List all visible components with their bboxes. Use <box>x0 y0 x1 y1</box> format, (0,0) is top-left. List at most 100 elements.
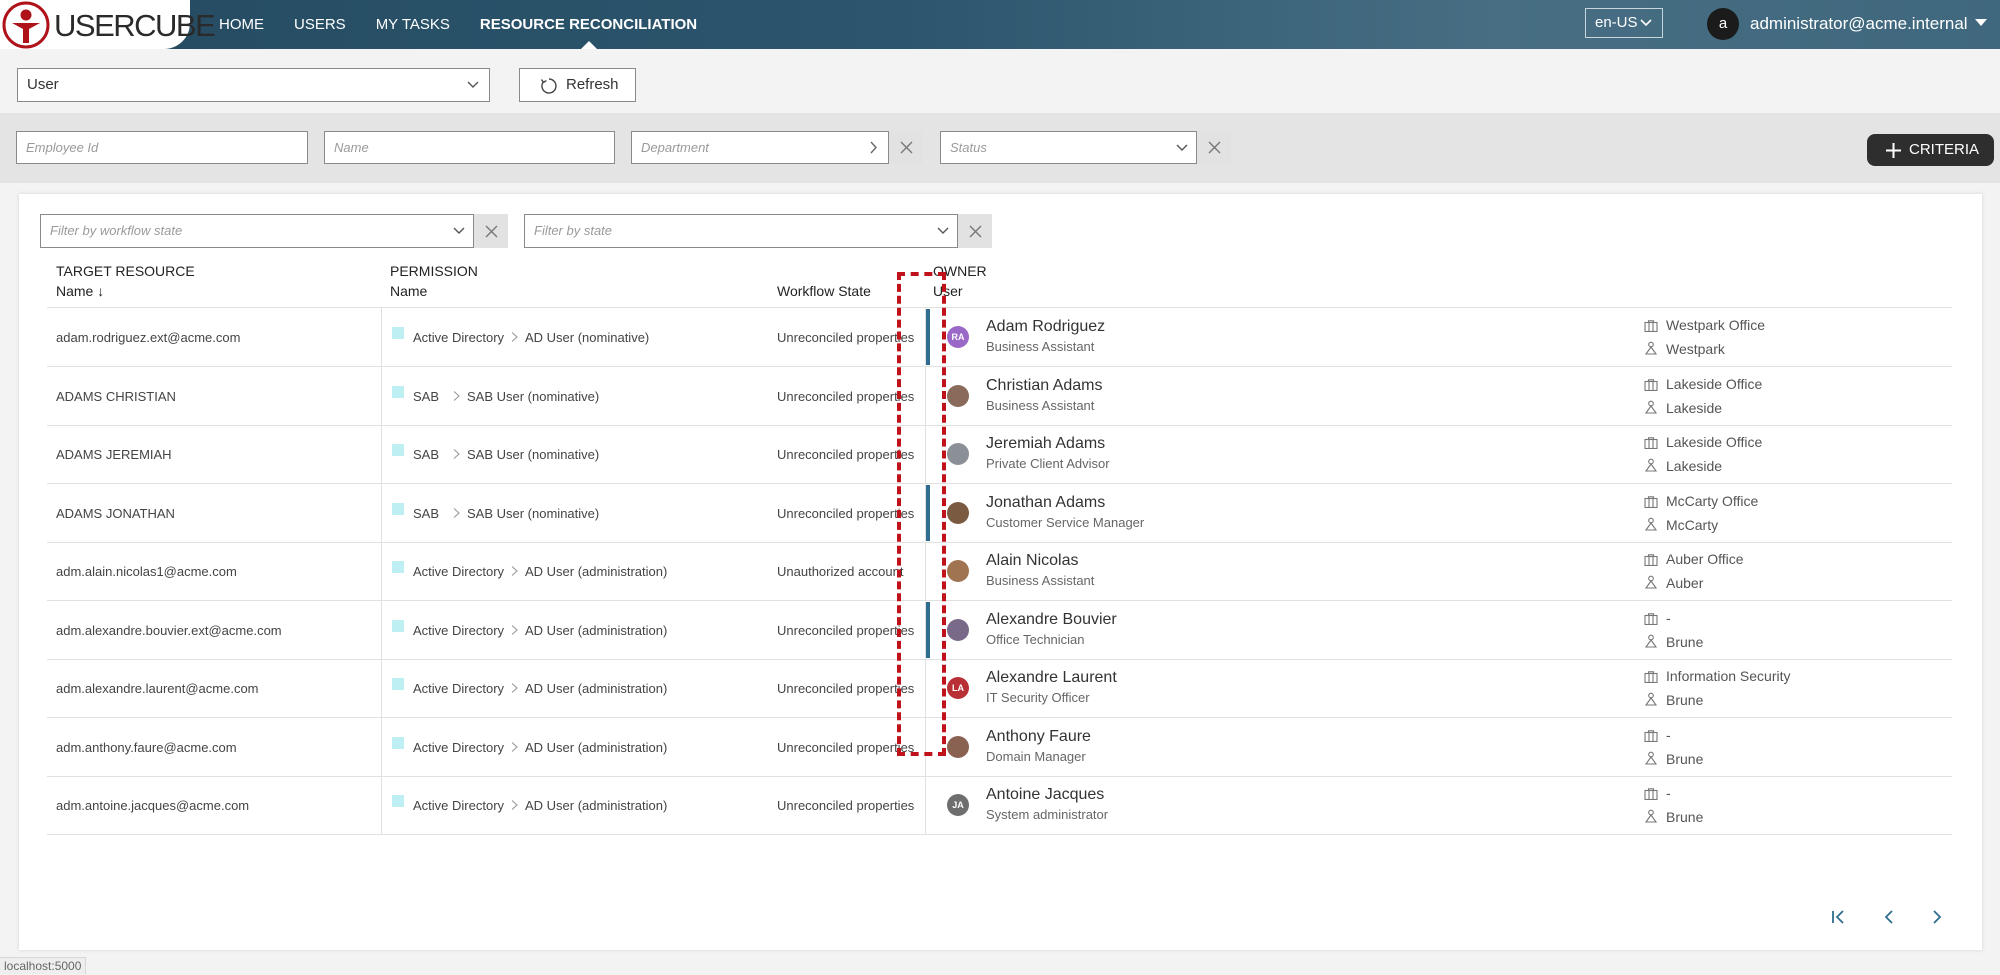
avatar <box>947 502 969 524</box>
owner-name[interactable]: Alexandre Bouvier <box>986 611 1117 629</box>
permission-header: PERMISSION <box>390 263 478 279</box>
workflow-state: Unreconciled properties <box>777 798 915 813</box>
workflow-state-filter[interactable]: Filter by workflow state <box>40 214 474 248</box>
owner-name[interactable]: Adam Rodriguez <box>986 318 1105 336</box>
avatar: JA <box>947 794 969 816</box>
usercube-logo[interactable]: USERCUBE <box>0 0 216 49</box>
workflow-state: Unreconciled properties <box>777 389 915 404</box>
permission-name: AD User (nominative) <box>525 330 650 345</box>
department-picker[interactable]: Department <box>631 131 889 164</box>
owner-title: Business Assistant <box>986 398 1095 413</box>
table-row[interactable]: adm.anthony.faure@acme.com Active Directo… <box>47 718 1952 777</box>
owner-name[interactable]: Christian Adams <box>986 377 1103 395</box>
state-filter[interactable]: Filter by state <box>524 214 958 248</box>
owner-office: Lakeside Office <box>1666 376 1763 392</box>
language-value: en-US <box>1595 14 1638 31</box>
avatar <box>947 385 969 407</box>
table-row[interactable]: ADAMS JEREMIAH SAB SAB User (nominative) Un… <box>47 425 1952 484</box>
nav-my-tasks[interactable]: MY TASKS <box>376 0 450 49</box>
status-select[interactable]: Status <box>940 131 1197 164</box>
building-icon <box>1644 787 1658 805</box>
owner-title: System administrator <box>986 807 1109 822</box>
clear-state-button[interactable] <box>958 214 992 248</box>
owner-title: Business Assistant <box>986 339 1095 354</box>
target-name-header[interactable]: Name ↓ <box>56 283 104 299</box>
owner-office: Lakeside Office <box>1666 434 1763 450</box>
avatar <box>947 560 969 582</box>
workflow-state: Unreconciled properties <box>777 330 915 345</box>
target-resource-name[interactable]: adm.antoine.jacques@acme.com <box>56 798 249 813</box>
table-row[interactable]: adm.alexandre.bouvier.ext@acme.com Active… <box>47 601 1952 660</box>
permission-name-header[interactable]: Name <box>390 283 427 299</box>
target-resource-name[interactable]: adm.alain.nicolas1@acme.com <box>56 564 237 579</box>
permission-system: Active Directory <box>413 623 505 638</box>
owner-name[interactable]: Antoine Jacques <box>986 786 1104 804</box>
owner-site: Brune <box>1666 809 1704 825</box>
building-icon <box>1644 729 1658 747</box>
refresh-button[interactable]: Refresh <box>519 68 636 102</box>
add-criteria-button[interactable]: CRITERIA <box>1867 134 1994 166</box>
table-row[interactable]: adm.alexandre.laurent@acme.com Active Dir… <box>47 659 1952 718</box>
permission-name: SAB User (nominative) <box>467 389 600 404</box>
usercube-logo-icon <box>2 1 50 49</box>
first-page-icon[interactable] <box>1830 908 1848 926</box>
location-icon <box>1644 458 1658 477</box>
top-navigation-bar: USERCUBE HOME USERS MY TASKS RESOURCE RE… <box>0 0 2000 49</box>
chevron-right-icon <box>452 506 461 524</box>
table-row[interactable]: ADAMS CHRISTIAN SAB SAB User (nominative) U… <box>47 367 1952 426</box>
clear-status-button[interactable] <box>1197 131 1231 164</box>
owner-title: Office Technician <box>986 632 1085 647</box>
employee-id-input[interactable]: Employee Id <box>16 131 308 164</box>
target-name-label: Name <box>56 283 94 299</box>
chevron-down-icon <box>467 81 479 88</box>
table-row[interactable]: adm.alain.nicolas1@acme.com Active Direct… <box>47 542 1952 601</box>
target-resource-name[interactable]: adam.rodriguez.ext@acme.com <box>56 330 240 345</box>
owner-office: Westpark Office <box>1666 317 1766 333</box>
name-input[interactable]: Name <box>324 131 615 164</box>
avatar <box>947 736 969 758</box>
previous-page-icon[interactable] <box>1880 908 1898 926</box>
target-resource-name[interactable]: adm.alexandre.bouvier.ext@acme.com <box>56 623 282 638</box>
nav-resource-reconciliation[interactable]: RESOURCE RECONCILIATION <box>480 0 697 49</box>
target-resource-name[interactable]: adm.alexandre.laurent@acme.com <box>56 681 259 696</box>
target-resource-name[interactable]: ADAMS CHRISTIAN <box>56 389 176 404</box>
refresh-icon <box>540 78 557 94</box>
owner-name[interactable]: Jonathan Adams <box>986 494 1105 512</box>
clear-department-button[interactable] <box>889 131 923 164</box>
owner-name[interactable]: Alain Nicolas <box>986 552 1078 570</box>
next-page-icon[interactable] <box>1928 908 1946 926</box>
permission-name: AD User (administration) <box>525 681 668 696</box>
workflow-state-header[interactable]: Workflow State <box>777 283 871 299</box>
language-select[interactable]: en-US <box>1585 8 1663 38</box>
owner-name[interactable]: Anthony Faure <box>986 728 1091 746</box>
table-row[interactable]: adam.rodriguez.ext@acme.com Active Direct… <box>47 308 1952 367</box>
table-row[interactable]: adm.antoine.jacques@acme.com Active Direc… <box>47 776 1952 835</box>
owner-name[interactable]: Alexandre Laurent <box>986 669 1117 687</box>
entity-type-select[interactable]: User <box>17 68 490 102</box>
nav-users[interactable]: USERS <box>294 0 346 49</box>
owner-title: IT Security Officer <box>986 690 1090 705</box>
clear-workflow-state-button[interactable] <box>474 214 508 248</box>
annotation-highlight-box <box>897 272 946 756</box>
caret-down-icon[interactable] <box>1975 19 1987 26</box>
building-icon <box>1644 553 1658 571</box>
chevron-right-icon <box>510 623 519 641</box>
permission-color-square <box>392 327 404 339</box>
table-row[interactable]: ADAMS JONATHAN SAB SAB User (nominative) Un… <box>47 484 1952 543</box>
chevron-right-icon <box>510 564 519 582</box>
target-resource-name[interactable]: ADAMS JEREMIAH <box>56 447 172 462</box>
user-avatar[interactable]: a <box>1707 8 1739 40</box>
chevron-right-icon <box>510 798 519 816</box>
building-icon <box>1644 670 1658 688</box>
location-icon <box>1644 751 1658 770</box>
owner-name[interactable]: Jeremiah Adams <box>986 435 1105 453</box>
workflow-state-placeholder: Filter by workflow state <box>50 223 183 238</box>
nav-home[interactable]: HOME <box>219 0 264 49</box>
sort-down-icon: ↓ <box>97 283 105 299</box>
target-resource-name[interactable]: ADAMS JONATHAN <box>56 506 175 521</box>
target-resource-name[interactable]: adm.anthony.faure@acme.com <box>56 740 237 755</box>
chevron-down-icon <box>1176 144 1188 151</box>
user-menu-name[interactable]: administrator@acme.internal <box>1750 0 1968 47</box>
building-icon <box>1644 436 1658 454</box>
permission-color-square <box>392 795 404 807</box>
